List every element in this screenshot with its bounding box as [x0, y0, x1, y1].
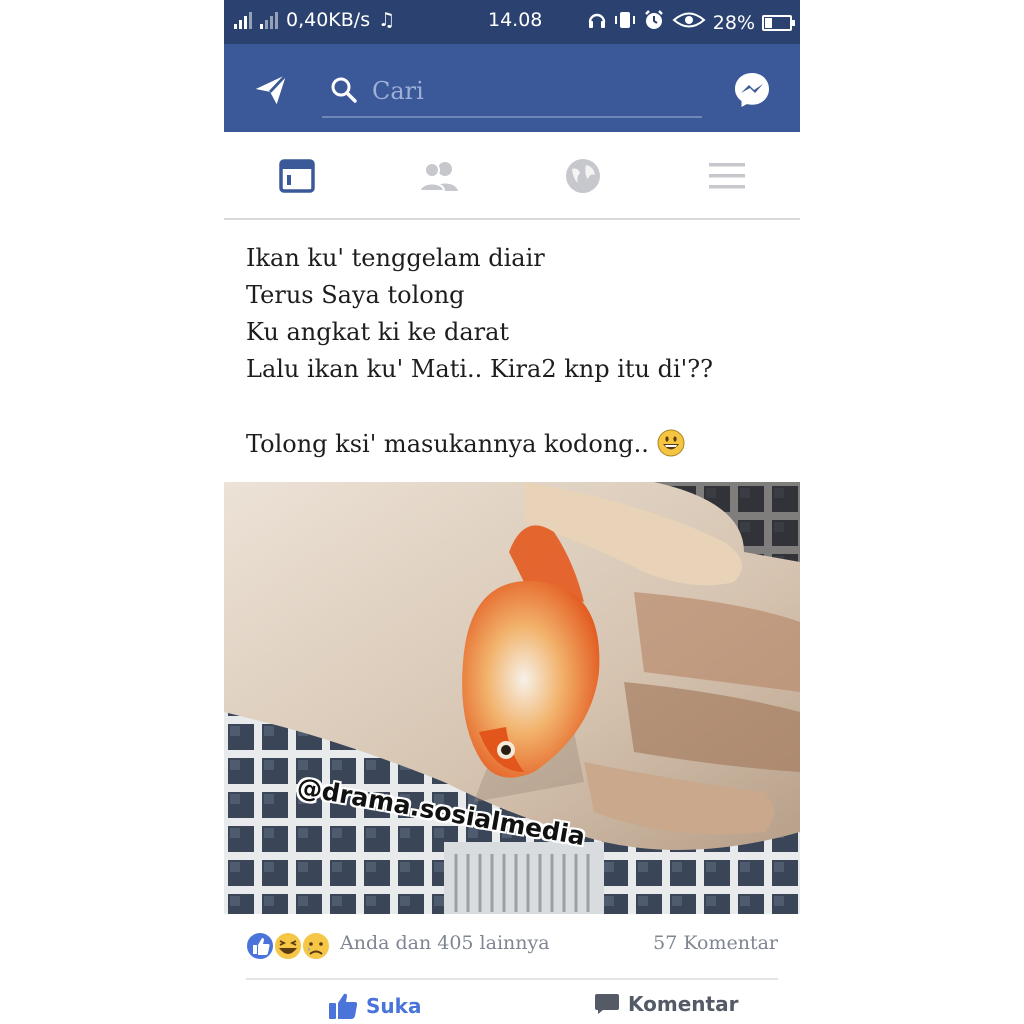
- status-right: 28%: [587, 9, 795, 36]
- tab-menu[interactable]: [706, 156, 748, 196]
- tab-news-feed[interactable]: [276, 156, 318, 196]
- clock: 14.08: [488, 9, 543, 31]
- search-input[interactable]: [370, 72, 694, 110]
- messenger-icon[interactable]: [732, 70, 772, 110]
- signal-strength-2-icon: [260, 11, 278, 29]
- sad-reaction-icon: [302, 932, 330, 960]
- comments-count[interactable]: 57 Komentar: [653, 932, 778, 954]
- haha-reaction-icon: [274, 932, 302, 960]
- friends-icon: [418, 162, 458, 192]
- grinning-emoji-icon: [657, 429, 685, 457]
- post-actions: Suka Komentar: [224, 988, 800, 1024]
- music-note-icon: ♫: [378, 9, 396, 31]
- globe-icon: [566, 159, 600, 193]
- post-line-5: Tolong ksi' masukannya kodong..: [246, 426, 776, 463]
- tab-notifications[interactable]: [562, 156, 604, 196]
- hamburger-menu-icon: [709, 163, 745, 189]
- comment-label: Komentar: [628, 992, 739, 1016]
- post-body: Ikan ku' tenggelam diair Terus Saya tolo…: [246, 240, 776, 463]
- eye-icon: [672, 11, 706, 34]
- post-line-3: Ku angkat ki ke darat: [246, 318, 510, 346]
- facebook-app-screen: 0,40KB/s ♫ 14.08 28% Cari Ikan ku' tengg…: [224, 0, 800, 1024]
- comment-button[interactable]: Komentar: [594, 992, 738, 1016]
- tab-friends[interactable]: [418, 156, 460, 196]
- like-reaction-icon: [246, 932, 274, 960]
- goldfish-in-hand-image: [224, 482, 800, 914]
- post-line-2: Terus Saya tolong: [246, 281, 465, 309]
- reactions-row[interactable]: Anda dan 405 lainnya 57 Komentar: [246, 928, 778, 964]
- search-bar[interactable]: [322, 70, 702, 118]
- post-closing-text: Tolong ksi' masukannya kodong..: [246, 430, 649, 458]
- paper-plane-icon[interactable]: [252, 70, 290, 108]
- tab-bar: [224, 132, 800, 220]
- post-line-4: Lalu ikan ku' Mati.. Kira2 knp itu di'??: [246, 355, 713, 383]
- reactions-summary[interactable]: Anda dan 405 lainnya: [340, 932, 550, 954]
- status-left: 0,40KB/s ♫: [234, 9, 395, 31]
- signal-strength-icon: [234, 11, 252, 29]
- search-icon: [331, 77, 357, 103]
- post-photo[interactable]: @drama.sosialmedia: [224, 482, 800, 914]
- battery-icon: [762, 14, 795, 31]
- actions-divider: [246, 978, 778, 980]
- vibrate-icon: [614, 10, 636, 35]
- like-label: Suka: [366, 994, 422, 1018]
- alarm-clock-icon: [643, 9, 665, 36]
- thumbs-up-icon: [329, 993, 358, 1019]
- news-feed-icon: [279, 159, 315, 193]
- headset-icon: [587, 10, 607, 35]
- battery-percent: 28%: [712, 11, 755, 34]
- network-speed: 0,40KB/s: [286, 9, 371, 31]
- top-app-bar: [224, 44, 800, 132]
- status-bar: 0,40KB/s ♫ 14.08 28%: [224, 0, 800, 44]
- reaction-icons: [246, 932, 330, 960]
- comment-icon: [595, 994, 619, 1014]
- battery-fill: [765, 17, 772, 28]
- post-line-1: Ikan ku' tenggelam diair: [246, 244, 545, 272]
- like-button[interactable]: Suka: [328, 992, 421, 1020]
